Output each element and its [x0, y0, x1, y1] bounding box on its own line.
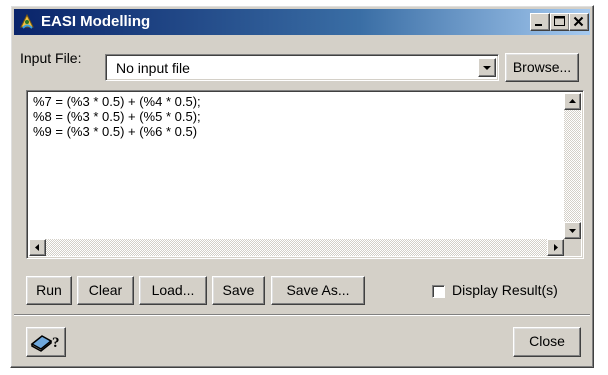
title-bar[interactable]: EASI Modelling [14, 9, 590, 35]
help-button[interactable]: ? [26, 327, 66, 357]
dropdown-arrow-button[interactable] [478, 58, 496, 77]
scroll-left-button[interactable] [29, 239, 46, 256]
display-results-label[interactable]: Display Result(s) [452, 282, 558, 298]
close-window-button[interactable] [569, 13, 589, 31]
input-file-label: Input File: [20, 50, 82, 66]
browse-button-label: Browse... [512, 59, 572, 75]
input-file-value: No input file [116, 60, 190, 76]
minimize-button[interactable] [530, 13, 550, 31]
model-editor[interactable]: %7 = (%3 * 0.5) + (%4 * 0.5); %8 = (%3 *… [26, 90, 584, 259]
scroll-up-button[interactable] [564, 93, 581, 110]
scrollbar-corner [564, 239, 581, 256]
code-line: %8 = (%3 * 0.5) + (%5 * 0.5); [33, 109, 201, 124]
display-results-checkbox[interactable] [432, 285, 445, 298]
window-title: EASI Modelling [41, 13, 151, 30]
code-line: %7 = (%3 * 0.5) + (%4 * 0.5); [33, 94, 201, 109]
close-button-label: Close [529, 333, 565, 349]
run-button[interactable]: Run [26, 276, 72, 305]
clear-button[interactable]: Clear [77, 276, 134, 305]
help-book-icon: ? [30, 335, 60, 352]
arrow-up-icon [569, 99, 576, 103]
browse-button[interactable]: Browse... [505, 53, 579, 82]
maximize-button[interactable] [550, 13, 570, 31]
scroll-right-button[interactable] [547, 239, 564, 256]
save-button[interactable]: Save [212, 276, 265, 305]
close-icon [573, 16, 584, 27]
save-button-label: Save [222, 282, 255, 298]
horizontal-scrollbar[interactable] [29, 239, 564, 256]
easi-modelling-window: EASI Modelling Input File: No input file [10, 5, 594, 368]
load-button-label: Load... [151, 282, 195, 298]
vertical-scrollbar[interactable] [564, 93, 581, 239]
run-button-label: Run [36, 282, 62, 298]
editor-text[interactable]: %7 = (%3 * 0.5) + (%4 * 0.5); %8 = (%3 *… [33, 94, 201, 139]
maximize-icon [554, 16, 565, 26]
svg-text:?: ? [52, 335, 60, 351]
input-file-dropdown[interactable]: No input file [105, 54, 499, 81]
code-line: %9 = (%3 * 0.5) + (%6 * 0.5) [33, 124, 198, 139]
scroll-down-button[interactable] [564, 222, 581, 239]
easi-app-icon [20, 13, 34, 29]
arrow-right-icon [554, 244, 558, 251]
arrow-down-icon [569, 229, 576, 233]
close-button[interactable]: Close [513, 327, 581, 357]
save-as-button-label: Save As... [286, 282, 350, 298]
save-as-button[interactable]: Save As... [271, 276, 365, 305]
chevron-down-icon [483, 66, 491, 70]
minimize-icon [535, 24, 542, 26]
load-button[interactable]: Load... [139, 276, 207, 305]
clear-button-label: Clear [88, 282, 123, 298]
footer-separator [14, 314, 590, 316]
arrow-left-icon [35, 244, 39, 251]
